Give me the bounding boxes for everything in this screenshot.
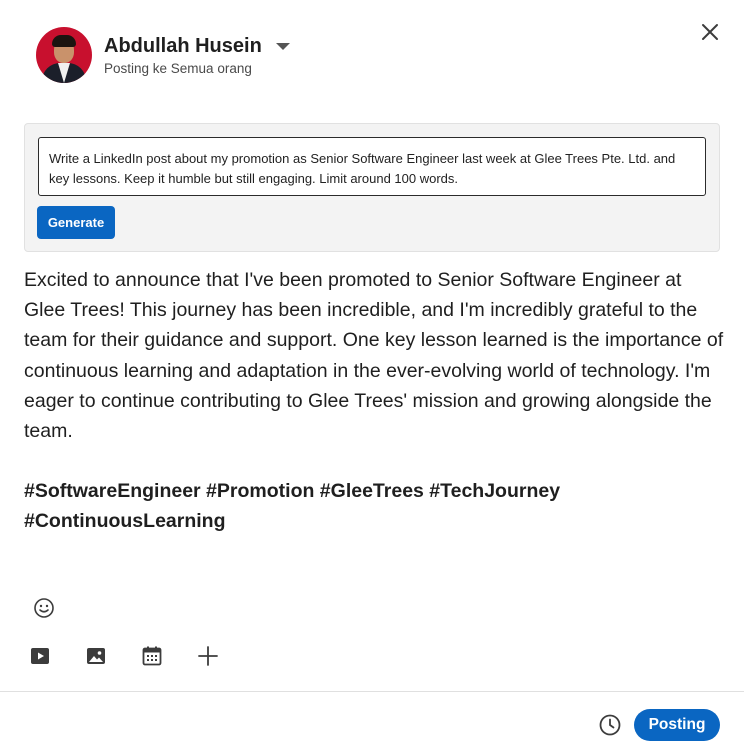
ai-prompt-panel: Write a LinkedIn post about my promotion… — [24, 123, 720, 252]
post-editor[interactable]: Excited to announce that I've been promo… — [24, 265, 724, 537]
author-name: Abdullah Husein — [104, 34, 262, 57]
audience-label: Posting ke Semua orang — [104, 60, 252, 76]
create-post-modal: Abdullah Husein Posting ke Semua orang W… — [0, 0, 744, 755]
post-body-text: Excited to announce that I've been promo… — [24, 269, 724, 443]
footer-divider — [0, 691, 744, 692]
calendar-icon[interactable] — [140, 644, 164, 668]
photo-icon[interactable] — [84, 644, 108, 668]
post-hashtags: #SoftwareEngineer #Promotion #GleeTrees … — [24, 480, 561, 533]
avatar — [36, 27, 92, 83]
post-button[interactable]: Posting — [634, 709, 720, 741]
prompt-input[interactable]: Write a LinkedIn post about my promotion… — [38, 137, 706, 196]
caret-down-icon[interactable] — [275, 42, 290, 50]
clock-icon[interactable] — [598, 713, 622, 737]
author-header[interactable]: Abdullah Husein Posting ke Semua orang — [36, 27, 290, 83]
generate-button[interactable]: Generate — [37, 206, 115, 239]
plus-icon[interactable] — [196, 644, 220, 668]
close-icon[interactable] — [698, 20, 722, 44]
author-info[interactable]: Abdullah Husein Posting ke Semua orang — [104, 35, 290, 76]
emoji-icon[interactable] — [32, 596, 56, 620]
video-icon[interactable] — [28, 644, 52, 668]
